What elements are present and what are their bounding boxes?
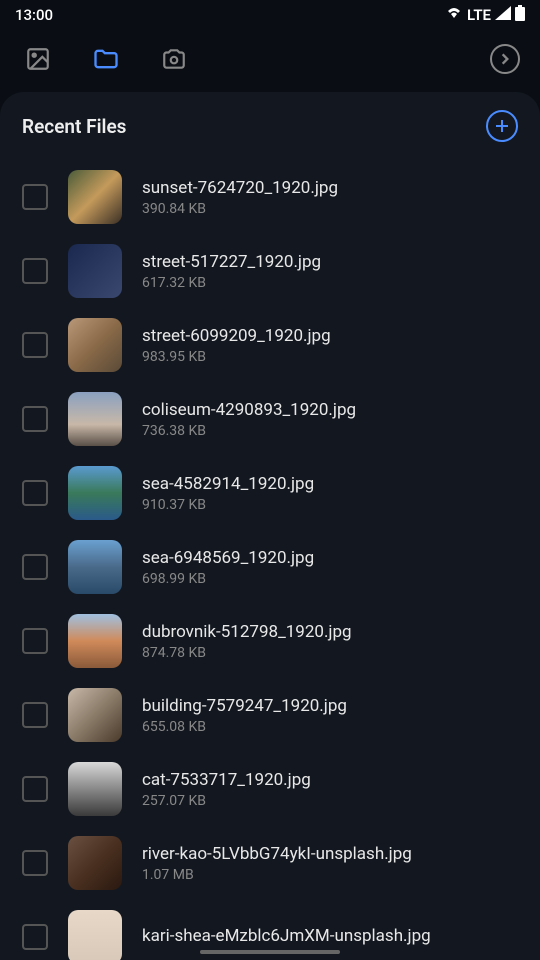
list-item[interactable]: dubrovnik-512798_1920.jpg 874.78 KB <box>0 604 540 678</box>
checkbox[interactable] <box>22 332 48 358</box>
file-size: 390.84 KB <box>142 201 338 217</box>
file-size: 736.38 KB <box>142 423 356 439</box>
status-time: 13:00 <box>15 6 53 24</box>
file-name: street-517227_1920.jpg <box>142 252 321 272</box>
status-right: LTE <box>445 5 525 25</box>
status-bar: 13:00 LTE <box>0 0 540 30</box>
file-info: sunset-7624720_1920.jpg 390.84 KB <box>142 178 338 217</box>
file-info: street-6099209_1920.jpg 983.95 KB <box>142 326 331 365</box>
wifi-icon <box>445 6 463 24</box>
file-info: sea-6948569_1920.jpg 698.99 KB <box>142 548 314 587</box>
file-name: building-7579247_1920.jpg <box>142 696 347 716</box>
list-item[interactable]: sunset-7624720_1920.jpg 390.84 KB <box>0 160 540 234</box>
thumbnail[interactable] <box>68 466 122 520</box>
add-button[interactable] <box>486 110 518 142</box>
gallery-tab-icon[interactable] <box>24 45 52 73</box>
file-info: sea-4582914_1920.jpg 910.37 KB <box>142 474 314 513</box>
list-item[interactable]: coliseum-4290893_1920.jpg 736.38 KB <box>0 382 540 456</box>
file-list[interactable]: sunset-7624720_1920.jpg 390.84 KB street… <box>0 160 540 960</box>
toolbar <box>0 30 540 88</box>
thumbnail[interactable] <box>68 762 122 816</box>
thumbnail[interactable] <box>68 540 122 594</box>
checkbox[interactable] <box>22 776 48 802</box>
file-size: 257.07 KB <box>142 793 311 809</box>
file-name: coliseum-4290893_1920.jpg <box>142 400 356 420</box>
file-size: 655.08 KB <box>142 719 347 735</box>
file-name: cat-7533717_1920.jpg <box>142 770 311 790</box>
thumbnail[interactable] <box>68 614 122 668</box>
checkbox[interactable] <box>22 258 48 284</box>
file-info: cat-7533717_1920.jpg 257.07 KB <box>142 770 311 809</box>
battery-icon <box>515 5 525 25</box>
network-label: LTE <box>467 6 491 24</box>
list-item[interactable]: sea-4582914_1920.jpg 910.37 KB <box>0 456 540 530</box>
list-item[interactable]: street-6099209_1920.jpg 983.95 KB <box>0 308 540 382</box>
thumbnail[interactable] <box>68 910 122 960</box>
checkbox[interactable] <box>22 702 48 728</box>
file-name: river-kao-5LVbbG74ykI-unsplash.jpg <box>142 844 412 864</box>
file-info: kari-shea-eMzblc6JmXM-unsplash.jpg <box>142 926 431 949</box>
file-size: 983.95 KB <box>142 349 331 365</box>
checkbox[interactable] <box>22 554 48 580</box>
file-info: street-517227_1920.jpg 617.32 KB <box>142 252 321 291</box>
file-size: 874.78 KB <box>142 645 352 661</box>
list-item[interactable]: cat-7533717_1920.jpg 257.07 KB <box>0 752 540 826</box>
thumbnail[interactable] <box>68 318 122 372</box>
file-size: 1.07 MB <box>142 867 412 883</box>
file-info: river-kao-5LVbbG74ykI-unsplash.jpg 1.07 … <box>142 844 412 883</box>
list-item[interactable]: river-kao-5LVbbG74ykI-unsplash.jpg 1.07 … <box>0 826 540 900</box>
file-size: 698.99 KB <box>142 571 314 587</box>
file-info: building-7579247_1920.jpg 655.08 KB <box>142 696 347 735</box>
file-info: dubrovnik-512798_1920.jpg 874.78 KB <box>142 622 352 661</box>
checkbox[interactable] <box>22 480 48 506</box>
file-info: coliseum-4290893_1920.jpg 736.38 KB <box>142 400 356 439</box>
file-name: sea-6948569_1920.jpg <box>142 548 314 568</box>
file-size: 617.32 KB <box>142 275 321 291</box>
file-size: 910.37 KB <box>142 497 314 513</box>
thumbnail[interactable] <box>68 170 122 224</box>
file-name: kari-shea-eMzblc6JmXM-unsplash.jpg <box>142 926 431 946</box>
checkbox[interactable] <box>22 850 48 876</box>
home-indicator[interactable] <box>200 950 340 954</box>
file-name: sunset-7624720_1920.jpg <box>142 178 338 198</box>
folder-tab-icon[interactable] <box>92 45 120 73</box>
page-title: Recent Files <box>22 115 126 138</box>
thumbnail[interactable] <box>68 392 122 446</box>
thumbnail[interactable] <box>68 244 122 298</box>
thumbnail[interactable] <box>68 836 122 890</box>
proceed-button[interactable] <box>490 44 520 74</box>
file-name: sea-4582914_1920.jpg <box>142 474 314 494</box>
list-item[interactable]: sea-6948569_1920.jpg 698.99 KB <box>0 530 540 604</box>
file-name: street-6099209_1920.jpg <box>142 326 331 346</box>
checkbox[interactable] <box>22 924 48 950</box>
checkbox[interactable] <box>22 184 48 210</box>
checkbox[interactable] <box>22 406 48 432</box>
list-item[interactable]: building-7579247_1920.jpg 655.08 KB <box>0 678 540 752</box>
main-panel: Recent Files sunset-7624720_1920.jpg 390… <box>0 92 540 960</box>
panel-header: Recent Files <box>0 110 540 142</box>
signal-icon <box>495 6 511 24</box>
file-name: dubrovnik-512798_1920.jpg <box>142 622 352 642</box>
camera-tab-icon[interactable] <box>160 45 188 73</box>
list-item[interactable]: street-517227_1920.jpg 617.32 KB <box>0 234 540 308</box>
checkbox[interactable] <box>22 628 48 654</box>
thumbnail[interactable] <box>68 688 122 742</box>
